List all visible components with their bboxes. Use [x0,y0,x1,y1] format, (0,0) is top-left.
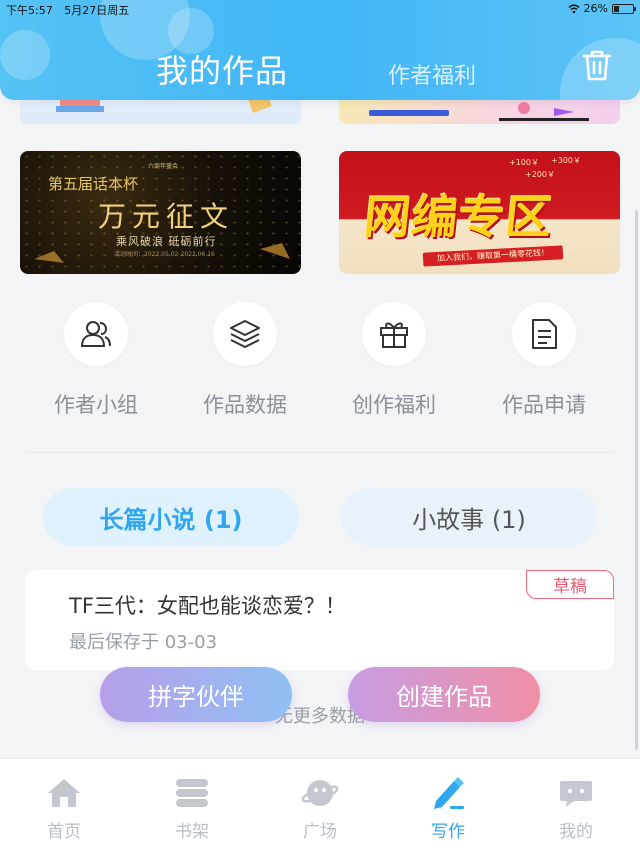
tab-short-story[interactable]: 小故事 (1) [341,488,597,546]
decor-bubble [0,30,50,80]
nav-profile[interactable]: 我的 [536,773,616,842]
app-header: 下午5:57 5月27日周五 26% 我的作品 作者福利 [0,0,640,100]
tab-author-benefits[interactable]: 作者福利 [388,58,476,90]
group-icon [64,302,128,366]
status-date: 5月27日周五 [64,4,130,17]
bonus-label-3: +200￥ [525,170,555,179]
work-card[interactable]: 草稿 TF三代：女配也能谈恋爱？！ 最后保存于 03-03 [25,570,614,670]
action-work-data[interactable]: 作品数据 [185,302,305,419]
writing-partner-button[interactable]: 拼字伙伴 [100,667,292,722]
bookshelf-icon [172,773,212,813]
scrollbar[interactable] [635,210,638,750]
action-label: 创作福利 [352,393,436,417]
no-more-data: 无更多数据 [275,706,365,727]
battery-percent: 26% [583,2,608,15]
nav-label: 首页 [47,822,81,842]
planet-icon [300,773,340,813]
chat-bubble-icon [556,773,596,813]
nav-bookshelf[interactable]: 书架 [152,773,232,842]
nav-label: 书架 [175,822,209,842]
battery-icon [612,3,636,14]
web-editor-banner[interactable]: +100￥ +300￥ +200￥ 网编专区 加入我们，赚取第一桶零花钱！ [339,151,620,274]
work-saved-time: 最后保存于 03-03 [69,632,218,653]
wifi-icon [568,4,580,13]
action-author-group[interactable]: 作者小组 [36,302,156,419]
essay-contest-banner[interactable]: 六周年盛会 第五届话本杯 万元征文 乘风破浪 砥砺前行 活动时间：2022.05… [20,151,301,274]
web-editor-ribbon: 加入我们，赚取第一桶零花钱！ [422,245,564,267]
document-icon [512,302,576,366]
layers-icon [213,302,277,366]
bonus-label-2: +300￥ [551,156,581,165]
home-icon [44,773,84,813]
nav-label: 我的 [559,822,593,842]
web-editor-title: 网编专区 [361,190,556,244]
section-divider [26,452,614,453]
action-creation-benefits[interactable]: 创作福利 [334,302,454,419]
draft-badge: 草稿 [526,570,614,599]
create-work-button[interactable]: 创建作品 [348,667,540,722]
nav-label: 写作 [431,822,465,842]
status-bar: 下午5:57 5月27日周五 26% [0,0,640,18]
trophy-decoration [34,243,290,263]
nav-plaza[interactable]: 广场 [280,773,360,842]
bottom-nav: 首页 书架 广场 写作 我的 [0,758,640,853]
gift-icon [362,302,426,366]
trash-icon[interactable] [578,46,616,84]
action-label: 作者小组 [54,393,138,417]
tab-long-novel[interactable]: 长篇小说 (1) [43,488,299,546]
nav-write[interactable]: 写作 [408,773,488,842]
status-time: 下午5:57 [6,4,53,17]
pen-icon [428,773,468,813]
nav-label: 广场 [303,822,337,842]
nav-home[interactable]: 首页 [24,773,104,842]
action-label: 作品数据 [203,393,287,417]
bonus-label-1: +100￥ [509,158,539,167]
tab-my-works[interactable]: 我的作品 [156,46,288,92]
action-label: 作品申请 [502,393,586,417]
work-title: TF三代：女配也能谈恋爱？！ [69,594,346,618]
action-work-application[interactable]: 作品申请 [484,302,604,419]
scroll-content[interactable]: 六周年盛会 第五届话本杯 万元征文 乘风破浪 砥砺前行 活动时间：2022.05… [0,0,640,853]
